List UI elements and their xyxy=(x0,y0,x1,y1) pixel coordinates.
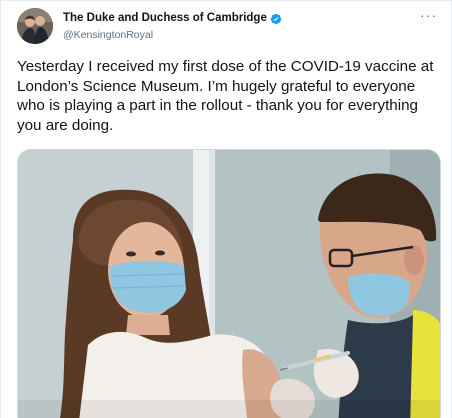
verified-badge-icon xyxy=(270,12,282,25)
more-options-icon[interactable]: ··· xyxy=(420,7,437,23)
author-info[interactable]: The Duke and Duchess of Cambridge @Kensi… xyxy=(63,10,282,42)
tweet-card[interactable]: The Duke and Duchess of Cambridge @Kensi… xyxy=(0,0,452,418)
display-name[interactable]: The Duke and Duchess of Cambridge xyxy=(63,10,267,26)
avatar[interactable] xyxy=(17,8,53,44)
tweet-text: Yesterday I received my first dose of th… xyxy=(17,58,434,134)
photo-vaccination-scene xyxy=(18,150,440,418)
handle[interactable]: @KensingtonRoyal xyxy=(63,28,282,42)
tweet-photo[interactable] xyxy=(17,149,441,418)
